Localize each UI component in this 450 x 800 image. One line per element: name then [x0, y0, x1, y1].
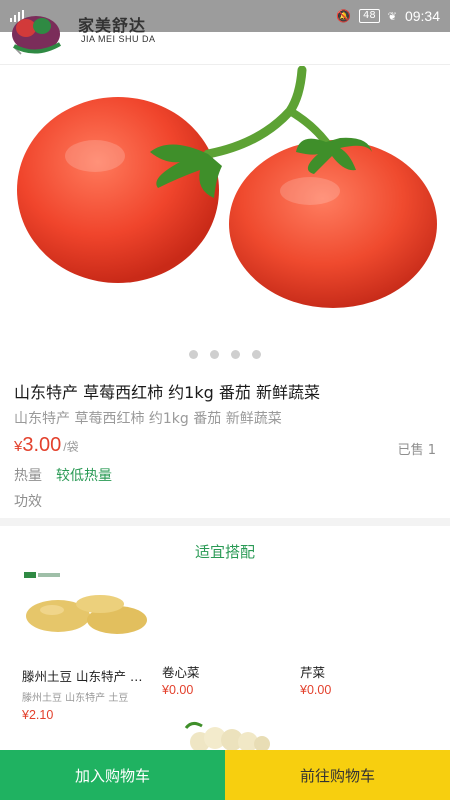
product-price: ¥3.00/袋 — [14, 434, 79, 457]
leaf-icon: ❦ — [387, 9, 397, 23]
calorie-value: 较低热量 — [56, 468, 112, 484]
pairing-item-price: ¥0.00 — [162, 683, 194, 697]
cauliflower-image[interactable] — [180, 720, 275, 750]
carousel-dot[interactable] — [231, 350, 240, 359]
price-unit: /袋 — [63, 440, 79, 454]
potato-image — [24, 572, 147, 634]
pairing-item-cabbage[interactable]: 卷心菜 ¥0.00 — [162, 662, 292, 697]
header-divider — [0, 64, 450, 65]
pairing-item-name: 卷心菜 — [162, 665, 200, 680]
pairing-item-name: 滕州土豆 山东特产 土豆 — [22, 669, 152, 684]
pairing-item-price: ¥0.00 — [300, 683, 332, 697]
efficacy-label: 功效 — [14, 494, 42, 510]
calorie-row: 热量 较低热量 — [14, 465, 112, 485]
carousel-dot[interactable] — [252, 350, 261, 359]
brand-logo: 家美舒达 JIA MEI SHU DA — [6, 4, 166, 56]
pairing-item-sub: 滕州土豆 山东特产 土豆 — [22, 693, 129, 704]
product-title: 山东特产 草莓西红柿 约1kg 番茄 新鲜蔬菜 — [14, 383, 320, 402]
pairing-item-price: ¥2.10 — [22, 708, 54, 722]
pairing-item-potato[interactable]: 滕州土豆 山东特产 土豆 滕州土豆 山东特产 土豆 ¥2.10 — [22, 572, 152, 722]
product-subtitle: 山东特产 草莓西红柿 约1kg 番茄 新鲜蔬菜 — [14, 411, 282, 427]
pairing-item-celery[interactable]: 芹菜 ¥0.00 — [300, 662, 430, 697]
add-to-cart-button[interactable]: 加入购物车 — [0, 750, 225, 800]
price-amount: 3.00 — [22, 434, 62, 456]
pairing-item-name: 芹菜 — [300, 665, 326, 680]
mute-icon: 🔕 — [336, 9, 351, 23]
go-to-cart-button[interactable]: 前往购物车 — [225, 750, 450, 800]
product-image[interactable] — [0, 66, 450, 338]
status-right: 🔕 48 ❦ 09:34 — [336, 8, 440, 24]
calorie-label: 热量 — [14, 468, 42, 484]
battery-icon: 48 — [359, 9, 380, 23]
brand-name-en: JIA MEI SHU DA — [81, 34, 156, 44]
pairing-title: 适宜搭配 — [194, 543, 255, 561]
brand-logo-mark — [12, 16, 62, 54]
brand-name-cn: 家美舒达 — [78, 16, 147, 35]
sold-count: 已售 1 — [397, 443, 436, 458]
carousel-dot[interactable] — [210, 350, 219, 359]
bottom-action-bar: 加入购物车 前往购物车 — [0, 750, 450, 800]
carousel-dot[interactable] — [189, 350, 198, 359]
carousel-dots — [0, 350, 450, 359]
section-divider — [0, 518, 450, 526]
status-time: 09:34 — [404, 8, 440, 24]
